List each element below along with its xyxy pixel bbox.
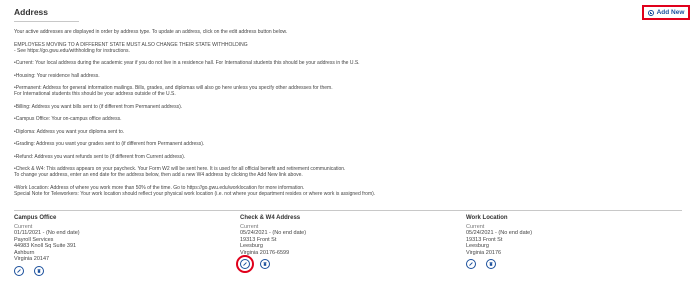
address-type-title: Check & W4 Address [240,215,301,221]
edit-address-button[interactable] [14,265,24,276]
add-new-label: Add New [656,9,685,16]
address-line: Virginia 20147 [14,256,50,262]
address-card-check-w4: Check & W4 Address Current 05/24/2021 - … [236,215,400,273]
plus-circle-icon [647,9,654,16]
delete-address-button[interactable] [260,259,270,269]
pencil-icon [243,262,247,266]
trash-icon [489,261,493,266]
edit-address-button[interactable] [466,259,476,269]
address-line: Virginia 20176 [466,249,502,256]
pencil-icon [469,262,473,266]
address-instructions: Your active addresses are displayed in o… [14,29,614,197]
add-new-button[interactable]: Add New [642,5,690,20]
address-card-work-location: Work Location Current 05/24/2021 - (No e… [466,215,626,269]
edit-address-button[interactable] [236,255,254,273]
address-line: Virginia 20176-6599 [240,249,290,256]
trash-icon [37,268,41,273]
address-card-campus-office: Campus Office Current 01/11/2021 - (No e… [14,215,174,276]
telework-note-text: Special Note for Teleworkers: Your work … [14,190,376,197]
address-type-title: Campus Office [14,215,57,221]
address-type-title: Work Location [466,215,508,221]
delete-address-button[interactable] [34,265,44,276]
trash-icon [263,261,267,266]
section-title: Address [14,7,49,17]
delete-address-button[interactable] [486,259,496,269]
pencil-icon [17,268,21,273]
section-divider [14,210,682,211]
title-divider [14,21,79,22]
